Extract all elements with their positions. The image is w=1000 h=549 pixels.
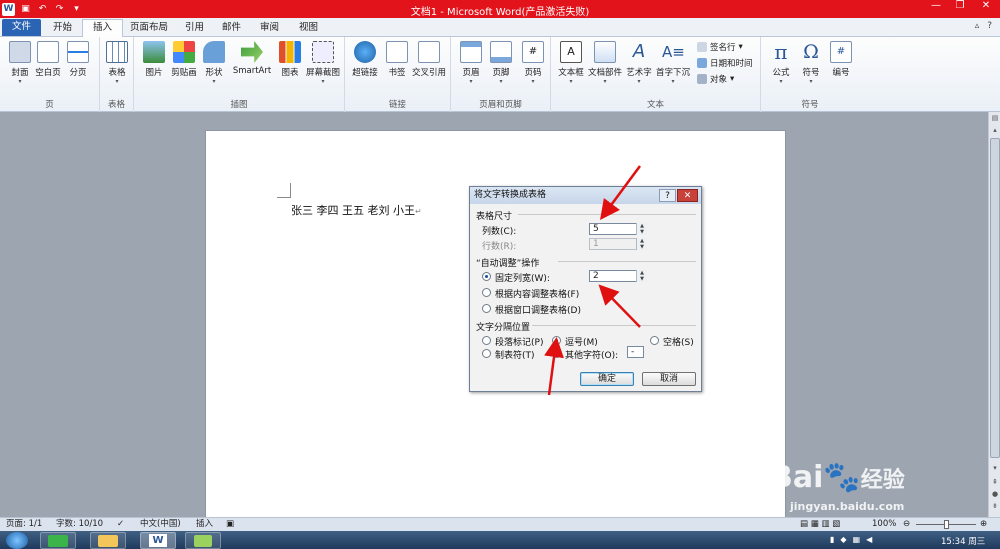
view-buttons-icon[interactable]: ▤ ▦ ▥ ▧ [800, 518, 840, 531]
status-bar: 页面: 1/1 字数: 10/10 ✓ 中文(中国) 插入 ▣ ▤ ▦ ▥ ▧ … [0, 517, 1000, 531]
tray-icon[interactable]: ▮ [830, 535, 834, 544]
system-tray: ▮ ◆ ▦ ◀ [830, 535, 872, 544]
zoom-slider-thumb[interactable] [944, 520, 949, 529]
tray-icon[interactable]: ◆ [840, 535, 846, 544]
language[interactable]: 中文(中国) [140, 518, 181, 531]
taskbar-app-word[interactable]: W [140, 532, 176, 549]
arrow-to-comma [544, 337, 564, 396]
volume-icon[interactable]: ◀ [866, 535, 872, 544]
taskbar-app-other[interactable] [185, 532, 221, 549]
paw-icon: 🐾 [823, 460, 861, 495]
start-button[interactable] [6, 532, 28, 549]
word-count[interactable]: 字数: 10/10 [56, 518, 103, 531]
zoom-in-icon[interactable]: ⊕ [980, 518, 987, 531]
network-icon[interactable]: ▦ [853, 535, 861, 544]
iqiyi-icon [48, 535, 68, 547]
taskbar-app-explorer[interactable] [90, 532, 126, 549]
watermark-url: jingyan.baidu.com [790, 500, 905, 513]
watermark-brand: Bai🐾经验 [770, 460, 905, 495]
zoom-out-icon[interactable]: ⊖ [903, 518, 910, 531]
proofing-icon[interactable]: ✓ [117, 518, 124, 531]
zoom-level[interactable]: 100% [872, 518, 896, 531]
app-icon [194, 535, 212, 547]
insert-mode[interactable]: 插入 [196, 518, 213, 531]
taskbar-app-iqiyi[interactable] [40, 532, 76, 549]
macro-icon[interactable]: ▣ [226, 518, 234, 531]
clock[interactable]: 15:34 周三 [941, 535, 985, 547]
arrow-to-fixed-width [598, 284, 641, 328]
folder-icon [98, 535, 118, 547]
taskbar: W ▮ ◆ ▦ ◀ 15:34 周三 [0, 531, 1000, 549]
page-count[interactable]: 页面: 1/1 [6, 518, 42, 531]
word-icon: W [149, 534, 167, 547]
arrow-to-columns [600, 165, 642, 221]
